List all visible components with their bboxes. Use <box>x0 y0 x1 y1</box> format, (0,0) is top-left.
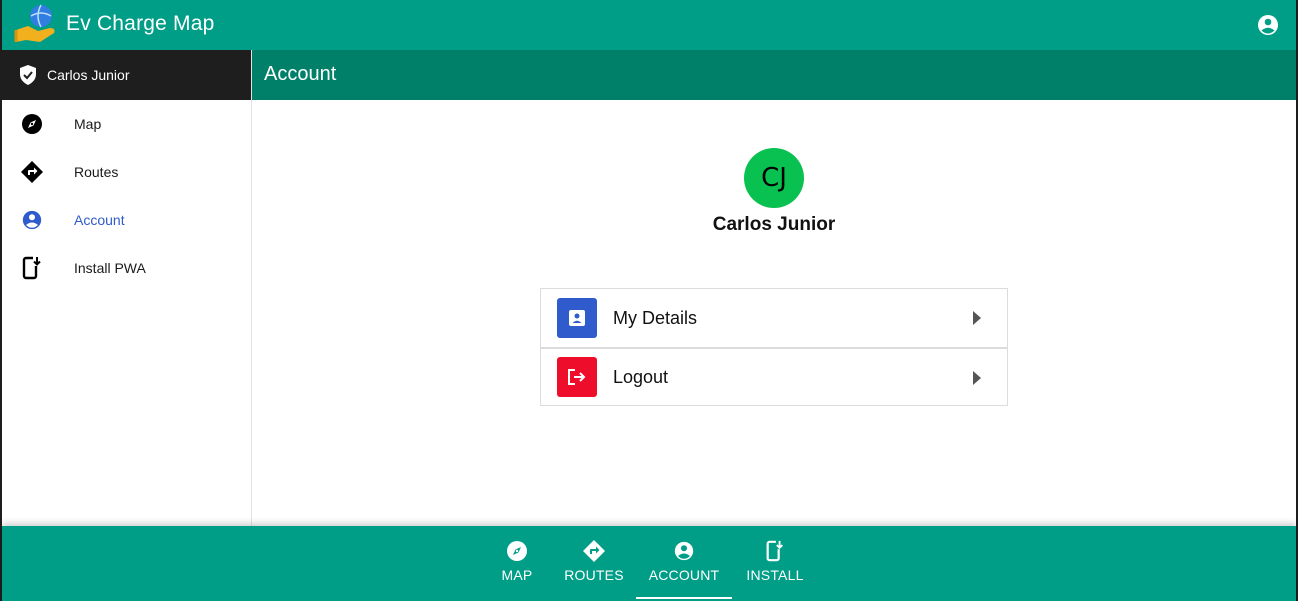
verified-shield-icon <box>20 65 36 85</box>
app-logo-icon <box>14 4 55 42</box>
account-circle-icon <box>674 541 694 561</box>
bottom-nav-map[interactable]: MAP <box>488 526 546 599</box>
sidebar-item-install-pwa[interactable]: Install PWA <box>2 244 251 292</box>
account-menu: My Details Logout <box>540 288 1008 406</box>
bottom-nav-label: ACCOUNT <box>648 567 720 583</box>
compass-icon <box>20 112 44 136</box>
app-title: Ev Charge Map <box>66 12 215 35</box>
bottom-nav-label: MAP <box>501 567 533 583</box>
sidebar-user-name: Carlos Junior <box>47 67 130 83</box>
top-app-bar: Ev Charge Map <box>2 0 1296 50</box>
app-window: Ev Charge Map Carlos Junior Map Routes A… <box>0 0 1298 601</box>
logout-icon <box>557 357 597 397</box>
menu-item-label: My Details <box>613 307 698 328</box>
account-circle-icon[interactable] <box>1256 13 1280 37</box>
directions-icon <box>583 540 605 562</box>
contact-card-icon <box>557 298 597 338</box>
chevron-right-icon <box>973 371 981 385</box>
page-title: Account <box>264 63 337 85</box>
sidebar-item-label: Routes <box>74 164 119 180</box>
compass-icon <box>507 541 527 561</box>
bottom-nav-label: ROUTES <box>564 567 624 583</box>
sidebar: Carlos Junior Map Routes Account Install… <box>2 50 252 526</box>
sidebar-item-account[interactable]: Account <box>2 196 251 244</box>
sidebar-item-routes[interactable]: Routes <box>2 148 251 196</box>
page-header: Account <box>252 50 1296 100</box>
sidebar-item-map[interactable]: Map <box>2 100 251 148</box>
bottom-navigation: MAP ROUTES ACCOUNT INSTALL <box>2 526 1296 601</box>
bottom-nav-install[interactable]: INSTALL <box>740 526 810 599</box>
sidebar-item-label: Install PWA <box>74 260 146 276</box>
bottom-nav-routes[interactable]: ROUTES <box>554 526 634 599</box>
logout-button[interactable]: Logout <box>541 347 1007 405</box>
chevron-right-icon <box>973 311 981 325</box>
sidebar-item-label: Map <box>74 116 102 132</box>
bottom-nav-account[interactable]: ACCOUNT <box>636 526 732 599</box>
directions-icon <box>20 160 44 184</box>
avatar: CJ <box>744 148 804 208</box>
sidebar-item-label: Account <box>74 212 125 228</box>
menu-item-label: Logout <box>613 366 669 387</box>
account-content: CJ Carlos Junior My Details Logout <box>252 100 1296 526</box>
install-mobile-icon <box>766 540 784 562</box>
my-details-button[interactable]: My Details <box>541 289 1007 347</box>
account-circle-icon <box>20 208 44 232</box>
profile-name: Carlos Junior <box>712 214 836 235</box>
install-mobile-icon <box>20 256 44 280</box>
bottom-nav-label: INSTALL <box>746 567 804 583</box>
sidebar-header: Carlos Junior <box>2 50 251 100</box>
